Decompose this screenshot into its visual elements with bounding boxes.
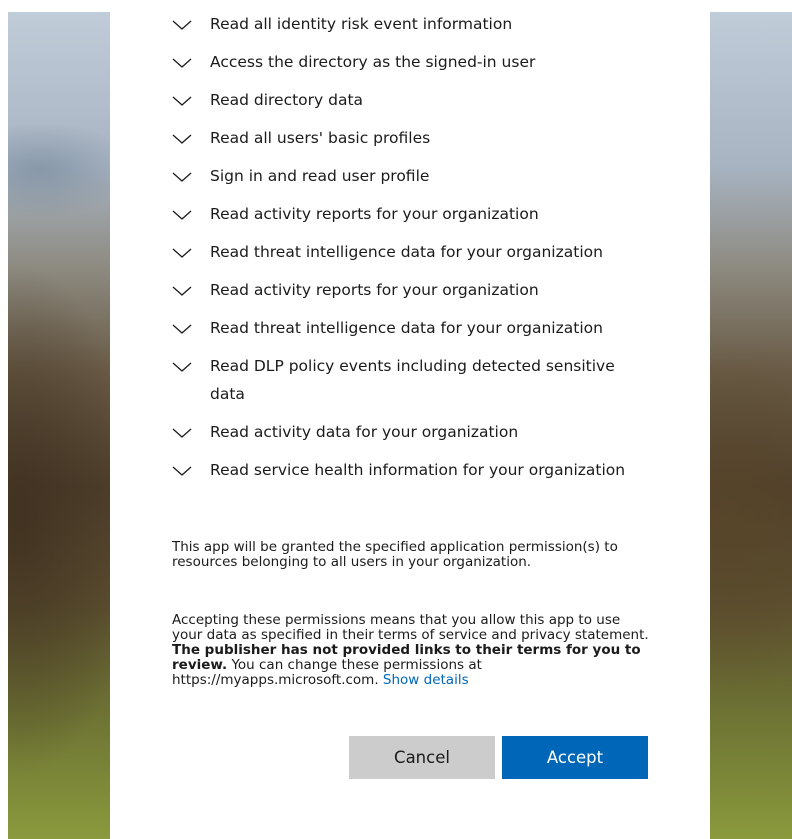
permission-item[interactable]: Read activity data for your organization bbox=[172, 418, 642, 446]
chevron-down-icon[interactable] bbox=[172, 94, 192, 108]
chevron-down-icon[interactable] bbox=[172, 284, 192, 298]
permission-item[interactable]: Access the directory as the signed-in us… bbox=[172, 48, 642, 76]
permission-item[interactable]: Read directory data bbox=[172, 86, 642, 114]
permission-label: Read threat intelligence data for your o… bbox=[210, 243, 603, 261]
permission-label: Read service health information for your… bbox=[210, 461, 626, 479]
permission-item[interactable]: Read threat intelligence data for your o… bbox=[172, 238, 642, 266]
permission-item[interactable]: Read service health information for your… bbox=[172, 456, 642, 484]
consent-dialog: Read all identity risk event information… bbox=[110, 0, 710, 839]
permission-item[interactable]: Sign in and read user profile bbox=[172, 162, 642, 190]
chevron-down-icon[interactable] bbox=[172, 426, 192, 440]
permission-label: Read threat intelligence data for your o… bbox=[210, 319, 603, 337]
cancel-button[interactable]: Cancel bbox=[349, 736, 495, 779]
permission-list: Read all identity risk event information… bbox=[172, 10, 642, 494]
chevron-down-icon[interactable] bbox=[172, 246, 192, 260]
permission-label: Read activity data for your organization bbox=[210, 423, 519, 441]
permission-item[interactable]: Read activity reports for your organizat… bbox=[172, 200, 642, 228]
permission-label: Read activity reports for your organizat… bbox=[210, 281, 539, 299]
permission-label: Access the directory as the signed-in us… bbox=[210, 53, 536, 71]
chevron-down-icon[interactable] bbox=[172, 132, 192, 146]
chevron-down-icon[interactable] bbox=[172, 360, 192, 374]
permission-item[interactable]: Read all identity risk event information bbox=[172, 10, 642, 38]
permission-item[interactable]: Read threat intelligence data for your o… bbox=[172, 314, 642, 342]
background-left-edge bbox=[0, 0, 8, 839]
show-details-link[interactable]: Show details bbox=[383, 672, 469, 688]
accept-button[interactable]: Accept bbox=[502, 736, 648, 779]
chevron-down-icon[interactable] bbox=[172, 18, 192, 32]
permission-item[interactable]: Read activity reports for your organizat… bbox=[172, 276, 642, 304]
chevron-down-icon[interactable] bbox=[172, 322, 192, 336]
consent-text: Accepting these permissions means that y… bbox=[172, 612, 649, 643]
chevron-down-icon[interactable] bbox=[172, 208, 192, 222]
consent-notice: Accepting these permissions means that y… bbox=[172, 613, 650, 688]
permission-item[interactable]: Read DLP policy events including detecte… bbox=[172, 352, 642, 408]
permission-label: Sign in and read user profile bbox=[210, 167, 430, 185]
permission-label: Read directory data bbox=[210, 91, 364, 109]
permission-label: Read activity reports for your organizat… bbox=[210, 205, 539, 223]
permission-label: Read all users' basic profiles bbox=[210, 129, 431, 147]
permission-item[interactable]: Read all users' basic profiles bbox=[172, 124, 642, 152]
chevron-down-icon[interactable] bbox=[172, 464, 192, 478]
permission-label: Read DLP policy events including detecte… bbox=[210, 357, 615, 403]
app-permissions-notice: This app will be granted the specified a… bbox=[172, 539, 618, 570]
permission-label: Read all identity risk event information bbox=[210, 15, 513, 33]
chevron-down-icon[interactable] bbox=[172, 56, 192, 70]
chevron-down-icon[interactable] bbox=[172, 170, 192, 184]
